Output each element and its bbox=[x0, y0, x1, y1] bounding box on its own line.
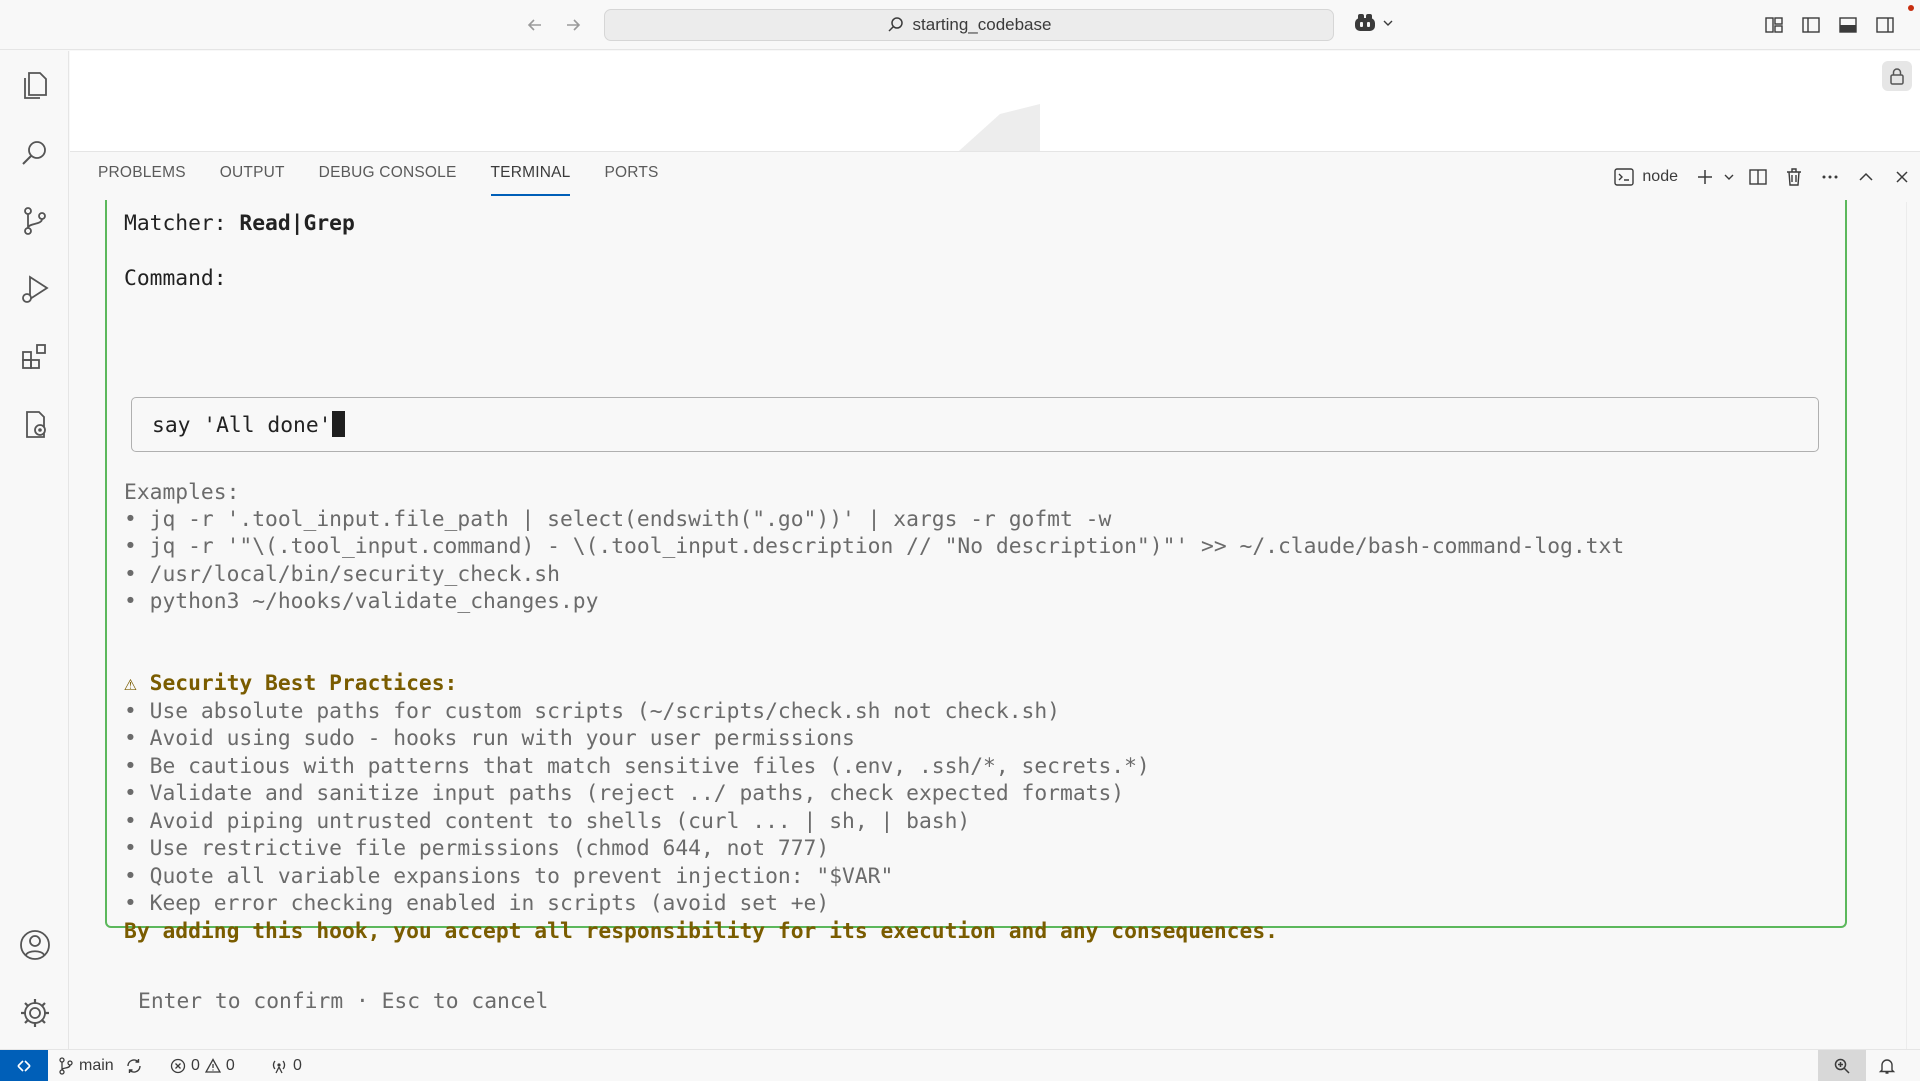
accounts-icon[interactable] bbox=[0, 911, 69, 979]
workspace-name: starting_codebase bbox=[912, 15, 1052, 34]
vscode-watermark-icon bbox=[940, 99, 1050, 151]
example-item: • /usr/local/bin/security_check.sh bbox=[124, 562, 560, 587]
panel-actions: node bbox=[1614, 152, 1920, 202]
back-arrow-icon[interactable] bbox=[522, 12, 548, 38]
search-icon bbox=[888, 17, 903, 32]
remote-explorer-icon[interactable] bbox=[0, 391, 69, 459]
error-count: 0 bbox=[191, 1056, 200, 1074]
customize-layout-icon[interactable] bbox=[1762, 13, 1786, 37]
ports-indicator[interactable]: 0 bbox=[270, 1050, 302, 1081]
tab-ports[interactable]: PORTS bbox=[604, 152, 658, 196]
command-input[interactable]: say 'All done' bbox=[131, 397, 1819, 452]
branch-icon bbox=[59, 1056, 73, 1075]
panel-tabs: PROBLEMS OUTPUT DEBUG CONSOLE TERMINAL P… bbox=[98, 152, 659, 202]
toggle-secondary-sidebar-icon[interactable] bbox=[1873, 13, 1897, 37]
explorer-icon[interactable] bbox=[0, 51, 69, 119]
new-terminal-icon[interactable] bbox=[1692, 162, 1718, 192]
security-item: • Quote all variable expansions to preve… bbox=[124, 864, 894, 889]
remote-icon bbox=[17, 1059, 31, 1072]
terminal-selector[interactable]: node bbox=[1614, 168, 1678, 186]
sync-icon[interactable] bbox=[125, 1057, 143, 1075]
gear-icon[interactable] bbox=[0, 979, 69, 1047]
error-icon bbox=[170, 1058, 186, 1073]
security-item: • Avoid piping untrusted content to shel… bbox=[124, 809, 971, 834]
tab-debug-console[interactable]: DEBUG CONSOLE bbox=[319, 152, 457, 196]
trash-icon[interactable] bbox=[1776, 162, 1812, 192]
matcher-value: Read|Grep bbox=[239, 211, 355, 236]
security-item: • Use absolute paths for custom scripts … bbox=[124, 699, 1060, 724]
example-item: • jq -r '.tool_input.file_path | select(… bbox=[124, 507, 1112, 532]
toggle-panel-icon[interactable] bbox=[1836, 13, 1860, 37]
chevron-down-icon bbox=[1383, 20, 1393, 26]
search-icon[interactable] bbox=[0, 119, 69, 187]
tab-terminal[interactable]: TERMINAL bbox=[490, 152, 571, 196]
run-debug-icon[interactable] bbox=[0, 255, 69, 323]
tab-problems[interactable]: PROBLEMS bbox=[98, 152, 186, 196]
example-item: • jq -r '"\(.tool_input.command) - \(.to… bbox=[124, 534, 1625, 559]
security-item: • Validate and sanitize input paths (rej… bbox=[124, 781, 1125, 806]
matcher-line: Matcher: Read|Grep bbox=[124, 210, 355, 237]
close-icon[interactable] bbox=[1884, 162, 1920, 192]
accept-responsibility-text: By adding this hook, you accept all resp… bbox=[124, 919, 1278, 944]
terminal-icon bbox=[1614, 168, 1635, 186]
activity-bar bbox=[0, 51, 69, 1049]
extensions-icon[interactable] bbox=[0, 323, 69, 391]
warning-count: 0 bbox=[225, 1056, 235, 1074]
maximize-panel-icon[interactable] bbox=[1848, 162, 1884, 192]
broadcast-icon bbox=[272, 1060, 286, 1073]
status-bar: main 0 0 0 bbox=[0, 1049, 1920, 1081]
problems-indicator[interactable]: 0 0 bbox=[170, 1050, 235, 1081]
branch-indicator[interactable]: main bbox=[58, 1050, 143, 1081]
matcher-label: Matcher: bbox=[124, 211, 240, 236]
more-actions-icon[interactable] bbox=[1812, 162, 1848, 192]
security-header: ⚠ Security Best Practices: bbox=[124, 671, 458, 696]
command-value: say 'All done' bbox=[152, 413, 332, 438]
copilot-menu[interactable] bbox=[1352, 12, 1394, 34]
terminal-name: node bbox=[1642, 168, 1678, 185]
confirm-hint: Enter to confirm · Esc to cancel bbox=[138, 989, 549, 1014]
lock-icon[interactable] bbox=[1882, 61, 1912, 91]
notification-dot bbox=[1908, 5, 1914, 11]
source-control-icon[interactable] bbox=[0, 187, 69, 255]
terminal-content[interactable]: Matcher: Read|Grep Command: say 'All don… bbox=[70, 200, 1920, 1050]
security-item: • Keep error checking enabled in scripts… bbox=[124, 891, 830, 916]
forward-arrow-icon[interactable] bbox=[560, 12, 586, 38]
examples-header: Examples: bbox=[124, 480, 240, 505]
zoom-icon[interactable] bbox=[1818, 1050, 1866, 1081]
branch-name: main bbox=[79, 1056, 114, 1074]
toggle-primary-sidebar-icon[interactable] bbox=[1799, 13, 1823, 37]
security-item: • Avoid using sudo - hooks run with your… bbox=[124, 726, 855, 751]
editor-area bbox=[70, 51, 1920, 151]
security-item: • Be cautious with patterns that match s… bbox=[124, 754, 1150, 779]
security-item: • Use restrictive file permissions (chmo… bbox=[124, 836, 830, 861]
command-center-search[interactable]: starting_codebase bbox=[604, 9, 1334, 41]
remote-indicator[interactable] bbox=[0, 1050, 48, 1081]
copilot-icon bbox=[1355, 14, 1375, 31]
command-label: Command: bbox=[124, 266, 227, 291]
warning-icon bbox=[204, 1057, 221, 1073]
split-terminal-icon[interactable] bbox=[1740, 162, 1776, 192]
example-item: • python3 ~/hooks/validate_changes.py bbox=[124, 589, 599, 614]
tab-output[interactable]: OUTPUT bbox=[220, 152, 285, 196]
ports-count: 0 bbox=[293, 1056, 302, 1074]
bottom-panel: PROBLEMS OUTPUT DEBUG CONSOLE TERMINAL P… bbox=[70, 151, 1920, 1050]
terminal-scrollbar[interactable] bbox=[1906, 202, 1920, 1050]
text-cursor bbox=[331, 411, 345, 437]
chevron-down-icon[interactable] bbox=[1718, 162, 1740, 192]
title-bar: starting_codebase bbox=[0, 0, 1920, 50]
bell-icon[interactable] bbox=[1878, 1050, 1896, 1081]
